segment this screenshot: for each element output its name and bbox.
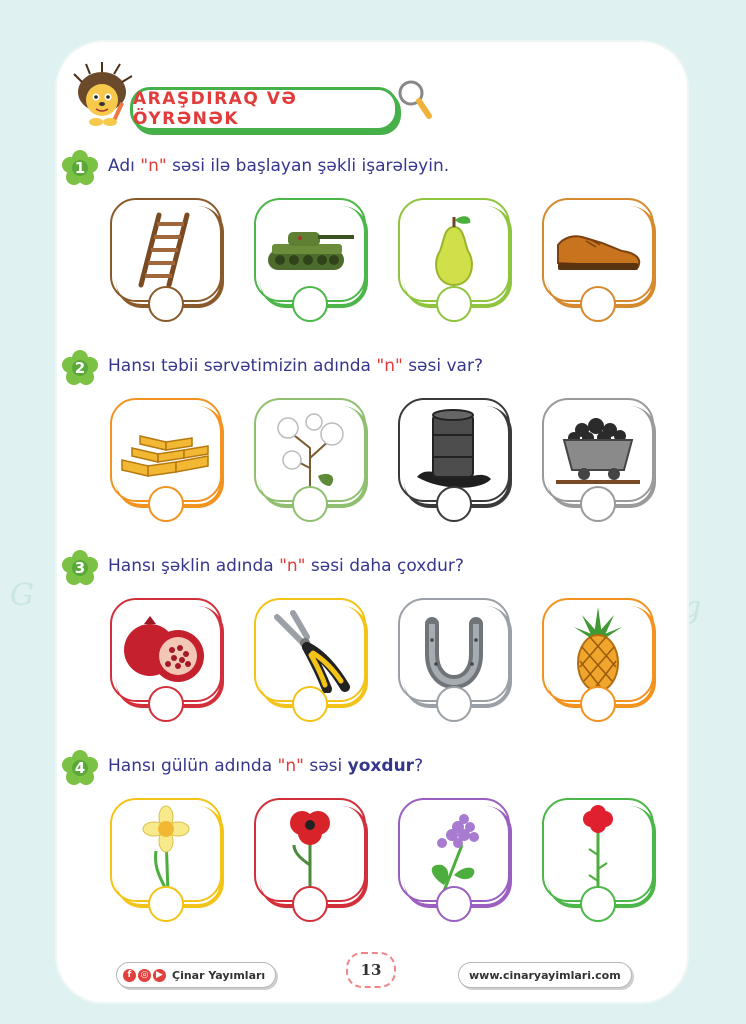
section-title: ARAŞDIRAQ VƏ ÖYRƏNƏK — [133, 89, 298, 129]
hedgehog-mascot-icon — [73, 62, 133, 126]
question-suffix: səsi ilə başlayan şəkli işarələyin. — [166, 156, 450, 176]
tank-icon — [256, 200, 364, 300]
answer-circle[interactable] — [436, 886, 472, 922]
answer-circle[interactable] — [292, 886, 328, 922]
question-end: ? — [414, 756, 424, 776]
question-number-badge: 3 — [62, 550, 98, 586]
question-prefix: Hansı gülün adında — [108, 756, 278, 776]
answer-circle[interactable] — [148, 486, 184, 522]
oil-barrel-icon — [400, 400, 508, 500]
lilac-icon — [400, 800, 508, 900]
answer-circle[interactable] — [292, 286, 328, 322]
question-text: Hansı şəklin adında "n" səsi daha çoxdur… — [108, 556, 464, 576]
question-highlight: "n" — [279, 556, 306, 576]
question-highlight: "n" — [376, 356, 403, 376]
pear-icon — [400, 200, 508, 300]
answer-circle[interactable] — [436, 486, 472, 522]
answer-circle[interactable] — [292, 686, 328, 722]
question-number: 4 — [74, 759, 86, 777]
question-suffix: səsi — [303, 756, 348, 776]
question-number-badge: 1 — [62, 150, 98, 186]
cotton-icon — [256, 400, 364, 500]
instagram-icon[interactable]: ◎ — [138, 968, 151, 982]
answer-circle[interactable] — [580, 886, 616, 922]
question-number: 2 — [74, 359, 86, 377]
question-highlight: "n" — [277, 756, 304, 776]
question-number-badge: 4 — [62, 750, 98, 786]
ladder-icon — [112, 200, 220, 300]
page-number: 13 — [346, 952, 396, 988]
poppy-icon — [256, 800, 364, 900]
daffodil-icon — [112, 800, 220, 900]
answer-circle[interactable] — [436, 686, 472, 722]
website-link[interactable]: www.cinaryayimlari.com — [458, 962, 632, 988]
question-highlight: "n" — [140, 156, 167, 176]
answer-circle[interactable] — [148, 886, 184, 922]
question-text: Adı "n" səsi ilə başlayan şəkli işarələy… — [108, 156, 449, 176]
question-suffix: səsi daha çoxdur? — [305, 556, 464, 576]
question-text: Hansı gülün adında "n" səsi yoxdur? — [108, 756, 423, 776]
pineapple-icon — [544, 600, 652, 700]
shoe-icon — [544, 200, 652, 300]
carnation-icon — [544, 800, 652, 900]
pomegranate-icon — [112, 600, 220, 700]
question-prefix: Hansı təbii sərvətimizin adında — [108, 356, 377, 376]
pliers-icon — [256, 600, 364, 700]
question-number: 3 — [74, 559, 86, 577]
question-number-badge: 2 — [62, 350, 98, 386]
answer-circle[interactable] — [580, 686, 616, 722]
question-bold: yoxdur — [347, 756, 415, 776]
background-letter: G — [10, 578, 34, 613]
publisher-footer[interactable]: f ◎ ▶ Çinar Yayımları — [116, 962, 277, 988]
facebook-icon[interactable]: f — [123, 968, 136, 982]
answer-circle[interactable] — [580, 286, 616, 322]
answer-circle[interactable] — [292, 486, 328, 522]
answer-circle[interactable] — [148, 286, 184, 322]
section-title-banner: ARAŞDIRAQ VƏ ÖYRƏNƏK — [130, 87, 398, 131]
answer-circle[interactable] — [148, 686, 184, 722]
question-prefix: Adı — [108, 156, 141, 176]
magnifier-icon — [398, 80, 432, 119]
youtube-icon[interactable]: ▶ — [153, 968, 166, 982]
publisher-name: Çinar Yayımları — [172, 968, 266, 982]
answer-circle[interactable] — [436, 286, 472, 322]
answer-circle[interactable] — [580, 486, 616, 522]
question-number: 1 — [74, 159, 86, 177]
gold-bars-icon — [112, 400, 220, 500]
coal-cart-icon — [544, 400, 652, 500]
horseshoe-icon — [400, 600, 508, 700]
question-text: Hansı təbii sərvətimizin adında "n" səsi… — [108, 356, 483, 376]
question-prefix: Hansı şəklin adında — [108, 556, 280, 576]
question-suffix: səsi var? — [402, 356, 483, 376]
